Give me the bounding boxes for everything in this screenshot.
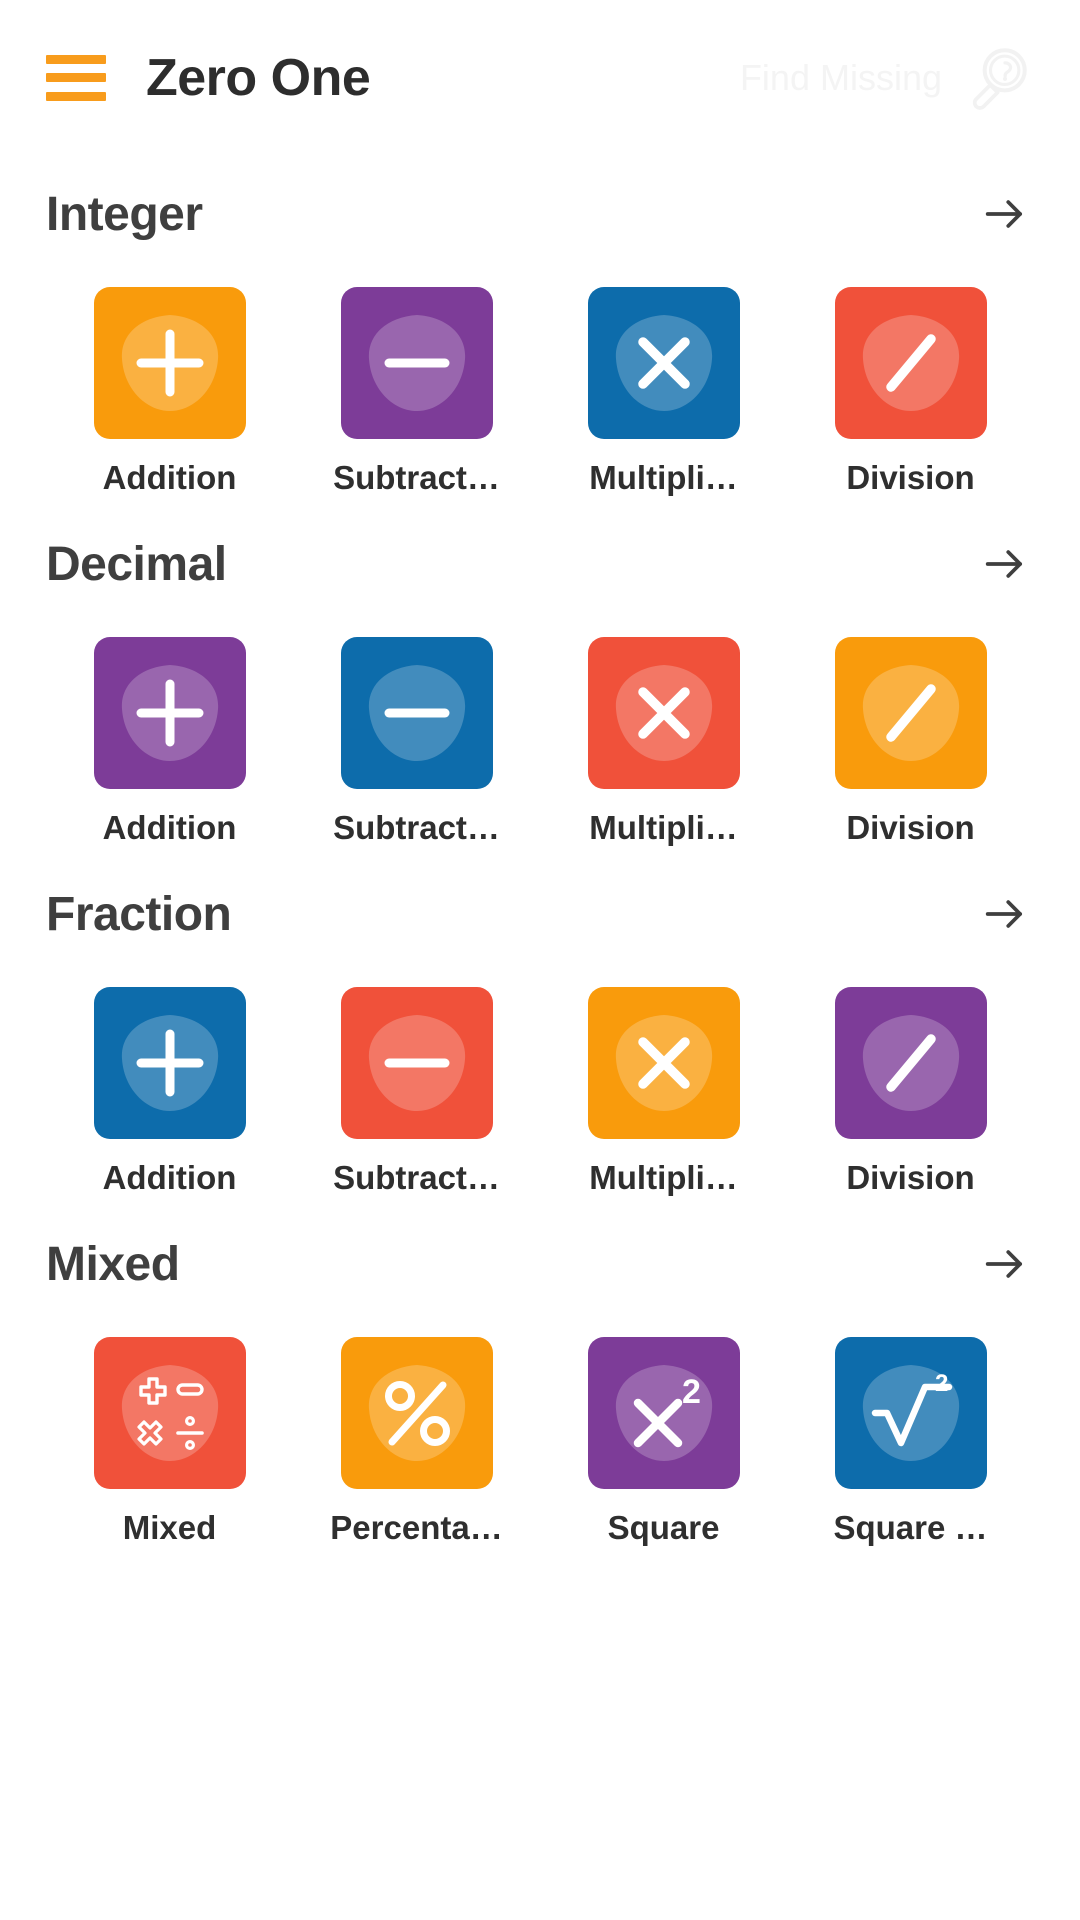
tile-integer-subtraction[interactable]: Subtract… bbox=[293, 287, 540, 497]
tile-row-decimal: Addition Subtract… Multipli… Division bbox=[46, 623, 1034, 847]
tile-label: Division bbox=[846, 1159, 975, 1196]
square-root-icon: 2 bbox=[849, 1351, 973, 1475]
section-integer: Integer Addition Subtract… Multipli… Div… bbox=[46, 155, 1034, 497]
tile-fraction-subtraction[interactable]: Subtract… bbox=[293, 987, 540, 1197]
section-title: Decimal bbox=[46, 537, 227, 591]
tile-label: Percenta… bbox=[330, 1509, 503, 1546]
section-header-decimal: Decimal bbox=[46, 505, 1034, 623]
tile-mixed-mixed[interactable]: Mixed bbox=[46, 1337, 293, 1547]
tile-label: Division bbox=[846, 809, 975, 846]
plus-icon bbox=[108, 651, 232, 775]
tile-label: Multipli… bbox=[589, 1159, 738, 1196]
tile-mixed-square[interactable]: 2 Square bbox=[540, 1337, 787, 1547]
tile-icon-container[interactable] bbox=[93, 637, 246, 789]
x-squared-icon: 2 bbox=[602, 1351, 726, 1475]
page-title: Zero One bbox=[146, 48, 371, 107]
plus-icon bbox=[108, 1001, 232, 1125]
mixed-operators-icon bbox=[108, 1351, 232, 1475]
section-mixed: Mixed Mixed Percenta… 2 Square 2 Square … bbox=[46, 1205, 1034, 1547]
tile-integer-multiplication[interactable]: Multipli… bbox=[540, 287, 787, 497]
percent-icon bbox=[355, 1351, 479, 1475]
minus-icon bbox=[355, 651, 479, 775]
magnifier-question-icon[interactable] bbox=[960, 41, 1034, 115]
tile-icon-container[interactable] bbox=[587, 287, 740, 439]
tile-label: Subtract… bbox=[333, 1159, 500, 1196]
sections-container: Integer Addition Subtract… Multipli… Div… bbox=[0, 155, 1080, 1547]
tile-integer-division[interactable]: Division bbox=[787, 287, 1034, 497]
section-title: Mixed bbox=[46, 1237, 180, 1291]
tile-label: Addition bbox=[102, 1159, 237, 1196]
tile-label: Subtract… bbox=[333, 809, 500, 846]
tile-icon-container[interactable] bbox=[834, 637, 987, 789]
tile-label: Multipli… bbox=[589, 809, 738, 846]
tile-decimal-division[interactable]: Division bbox=[787, 637, 1034, 847]
find-missing-action[interactable]: Find Missing bbox=[740, 41, 1034, 115]
tile-fraction-division[interactable]: Division bbox=[787, 987, 1034, 1197]
tile-icon-container[interactable] bbox=[340, 987, 493, 1139]
tile-label: Mixed bbox=[122, 1509, 217, 1546]
tile-label: Multipli… bbox=[589, 459, 738, 496]
multiply-icon bbox=[602, 1001, 726, 1125]
tile-integer-addition[interactable]: Addition bbox=[46, 287, 293, 497]
svg-text:2: 2 bbox=[935, 1370, 948, 1397]
tile-decimal-multiplication[interactable]: Multipli… bbox=[540, 637, 787, 847]
multiply-icon bbox=[602, 651, 726, 775]
tile-icon-container[interactable] bbox=[834, 287, 987, 439]
tile-icon-container[interactable] bbox=[340, 1337, 493, 1489]
minus-icon bbox=[355, 301, 479, 425]
tile-icon-container[interactable]: 2 bbox=[587, 1337, 740, 1489]
tile-label: Square … bbox=[833, 1509, 988, 1546]
section-title: Fraction bbox=[46, 887, 232, 941]
tile-decimal-addition[interactable]: Addition bbox=[46, 637, 293, 847]
tile-label: Addition bbox=[102, 809, 237, 846]
tile-icon-container[interactable] bbox=[93, 287, 246, 439]
multiply-icon bbox=[602, 301, 726, 425]
tile-icon-container[interactable] bbox=[340, 287, 493, 439]
tile-label: Addition bbox=[102, 459, 237, 496]
slash-icon bbox=[849, 301, 973, 425]
tile-fraction-multiplication[interactable]: Multipli… bbox=[540, 987, 787, 1197]
tile-icon-container[interactable] bbox=[93, 987, 246, 1139]
tile-label: Division bbox=[846, 459, 975, 496]
tile-icon-container[interactable] bbox=[587, 987, 740, 1139]
tile-icon-container[interactable]: 2 bbox=[834, 1337, 987, 1489]
section-fraction: Fraction Addition Subtract… Multipli… Di… bbox=[46, 855, 1034, 1197]
section-header-mixed: Mixed bbox=[46, 1205, 1034, 1323]
section-title: Integer bbox=[46, 187, 203, 241]
section-decimal: Decimal Addition Subtract… Multipli… Div… bbox=[46, 505, 1034, 847]
tile-mixed-square-root[interactable]: 2 Square … bbox=[787, 1337, 1034, 1547]
arrow-right-icon[interactable] bbox=[976, 535, 1034, 593]
section-header-integer: Integer bbox=[46, 155, 1034, 273]
hamburger-bar bbox=[46, 54, 106, 64]
app-bar: Zero One Find Missing bbox=[0, 0, 1080, 155]
tile-row-mixed: Mixed Percenta… 2 Square 2 Square … bbox=[46, 1323, 1034, 1547]
hamburger-icon[interactable] bbox=[46, 54, 106, 101]
tile-row-integer: Addition Subtract… Multipli… Division bbox=[46, 273, 1034, 497]
arrow-right-icon[interactable] bbox=[976, 1235, 1034, 1293]
tile-decimal-subtraction[interactable]: Subtract… bbox=[293, 637, 540, 847]
find-missing-label: Find Missing bbox=[739, 56, 942, 98]
hamburger-bar bbox=[46, 91, 106, 101]
arrow-right-icon[interactable] bbox=[976, 185, 1034, 243]
tile-row-fraction: Addition Subtract… Multipli… Division bbox=[46, 973, 1034, 1197]
tile-icon-container[interactable] bbox=[587, 637, 740, 789]
tile-mixed-percentage[interactable]: Percenta… bbox=[293, 1337, 540, 1547]
tile-icon-container[interactable] bbox=[93, 1337, 246, 1489]
svg-text:2: 2 bbox=[682, 1373, 701, 1411]
hamburger-bar bbox=[46, 73, 106, 82]
tile-label: Square bbox=[607, 1509, 720, 1546]
tile-fraction-addition[interactable]: Addition bbox=[46, 987, 293, 1197]
plus-icon bbox=[108, 301, 232, 425]
tile-icon-container[interactable] bbox=[834, 987, 987, 1139]
arrow-right-icon[interactable] bbox=[976, 885, 1034, 943]
slash-icon bbox=[849, 1001, 973, 1125]
slash-icon bbox=[849, 651, 973, 775]
tile-icon-container[interactable] bbox=[340, 637, 493, 789]
minus-icon bbox=[355, 1001, 479, 1125]
tile-label: Subtract… bbox=[333, 459, 500, 496]
section-header-fraction: Fraction bbox=[46, 855, 1034, 973]
